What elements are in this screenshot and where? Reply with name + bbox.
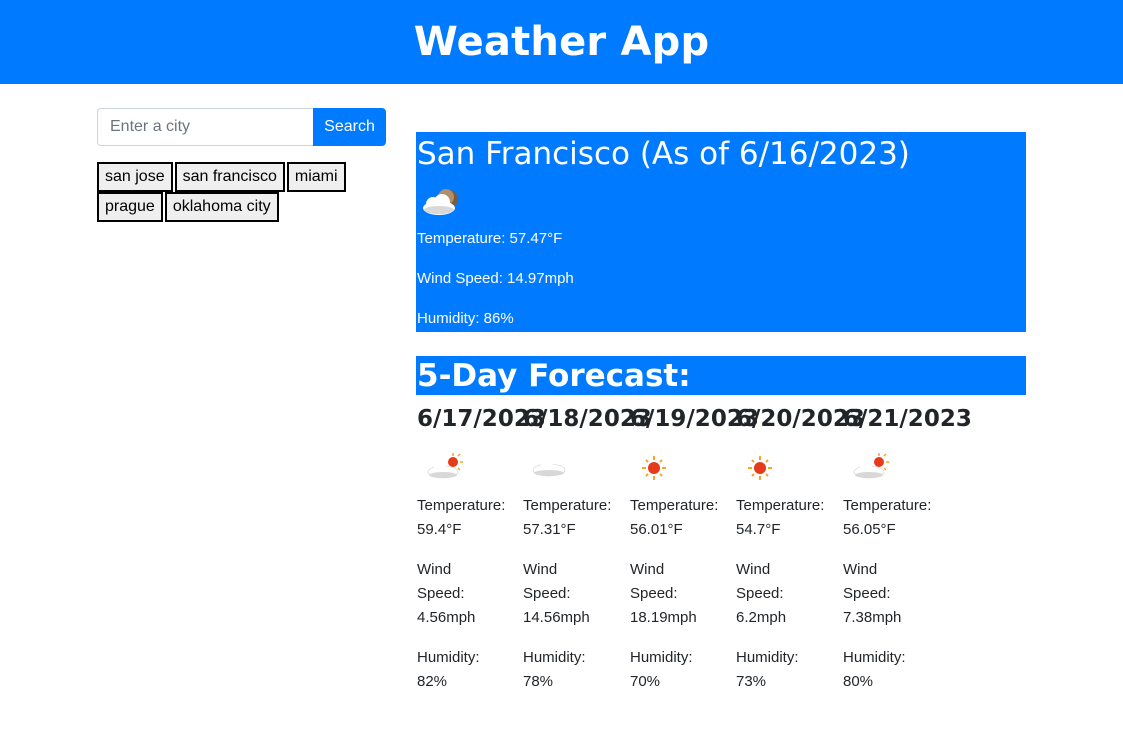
forecast-humidity-label: Humidity: xyxy=(523,649,586,666)
search-group: Search xyxy=(97,108,386,146)
forecast-date: 6/21/2023 xyxy=(843,406,972,432)
app-title: Weather App xyxy=(413,19,710,65)
forecast-wind-label-2: Speed: xyxy=(736,585,784,602)
sun-icon xyxy=(742,448,842,488)
forecast-wind-label: Wind xyxy=(630,561,665,578)
forecast-date: 6/17/2023 xyxy=(417,406,546,432)
forecast-wind-label-2: Speed: xyxy=(417,585,465,602)
current-city-title: San Francisco (As of 6/16/2023) xyxy=(417,136,910,172)
cloud-sun-icon xyxy=(849,448,949,488)
forecast-humidity-label: Humidity: xyxy=(630,649,693,666)
current-temperature: Temperature: 57.47°F xyxy=(417,230,563,247)
forecast-wind-label: Wind xyxy=(523,561,558,578)
forecast-wind-speed: 7.38mph xyxy=(843,609,902,626)
forecast-temperature: 54.7°F xyxy=(736,521,781,538)
current-weather-card: San Francisco (As of 6/16/2023) Temperat… xyxy=(416,132,1026,332)
forecast-title: 5-Day Forecast: xyxy=(416,356,1026,395)
cloud-sun-icon xyxy=(423,448,523,488)
forecast-date: 6/18/2023 xyxy=(523,406,652,432)
forecast-day-card: 6/17/2023 Temperature: 59.4°F Wind Speed… xyxy=(417,404,546,694)
forecast-temperature: 56.01°F xyxy=(630,521,683,538)
forecast-date: 6/19/2023 xyxy=(630,406,759,432)
forecast-wind-label: Wind xyxy=(736,561,771,578)
cloud-icon xyxy=(529,448,629,488)
forecast-wind-label-2: Speed: xyxy=(523,585,571,602)
current-wind-speed: Wind Speed: 14.97mph xyxy=(417,270,574,287)
forecast-temperature-label: Temperature: xyxy=(736,497,825,514)
current-humidity: Humidity: 86% xyxy=(417,310,514,327)
app-header: Weather App xyxy=(0,0,1123,84)
search-input[interactable] xyxy=(97,108,313,146)
forecast-temperature: 57.31°F xyxy=(523,521,576,538)
search-history: san jose san francisco miami prague okla… xyxy=(97,162,387,222)
forecast-wind-label: Wind xyxy=(417,561,452,578)
forecast-humidity-label: Humidity: xyxy=(843,649,906,666)
forecast-humidity-label: Humidity: xyxy=(417,649,480,666)
forecast-wind-speed: 14.56mph xyxy=(523,609,590,626)
forecast-humidity: 73% xyxy=(736,673,767,690)
forecast-wind-speed: 6.2mph xyxy=(736,609,787,626)
forecast-temperature: 59.4°F xyxy=(417,521,462,538)
search-button[interactable]: Search xyxy=(313,108,386,146)
forecast-temperature-label: Temperature: xyxy=(843,497,932,514)
history-button-san-jose[interactable]: san jose xyxy=(97,162,173,192)
history-button-miami[interactable]: miami xyxy=(286,162,346,192)
sun-icon xyxy=(636,448,736,488)
forecast-date: 6/20/2023 xyxy=(736,406,865,432)
history-button-oklahoma-city[interactable]: oklahoma city xyxy=(164,192,279,222)
forecast-temperature-label: Temperature: xyxy=(417,497,506,514)
forecast-wind-label-2: Speed: xyxy=(843,585,891,602)
forecast-temperature-label: Temperature: xyxy=(523,497,612,514)
forecast-wind-label: Wind xyxy=(843,561,878,578)
forecast-day-card: 6/18/2023 Temperature: 57.31°F Wind Spee… xyxy=(523,404,652,694)
history-button-san-francisco[interactable]: san francisco xyxy=(174,162,285,192)
cloud-moon-icon xyxy=(419,182,1026,222)
forecast-day-card: 6/21/2023 Temperature: 56.05°F Wind Spee… xyxy=(843,404,972,694)
forecast-day-card: 6/20/2023 Temperature: 54.7°F Wind Speed… xyxy=(736,404,865,694)
forecast-temperature: 56.05°F xyxy=(843,521,896,538)
forecast-day-card: 6/19/2023 Temperature: 56.01°F Wind Spee… xyxy=(630,404,759,694)
forecast-temperature-label: Temperature: xyxy=(630,497,719,514)
history-button-prague[interactable]: prague xyxy=(97,192,163,222)
forecast-humidity: 70% xyxy=(630,673,661,690)
forecast-wind-label-2: Speed: xyxy=(630,585,678,602)
forecast-wind-speed: 4.56mph xyxy=(417,609,476,626)
forecast-humidity: 80% xyxy=(843,673,874,690)
forecast-humidity: 78% xyxy=(523,673,554,690)
forecast-humidity-label: Humidity: xyxy=(736,649,799,666)
forecast-wind-speed: 18.19mph xyxy=(630,609,697,626)
forecast-humidity: 82% xyxy=(417,673,448,690)
